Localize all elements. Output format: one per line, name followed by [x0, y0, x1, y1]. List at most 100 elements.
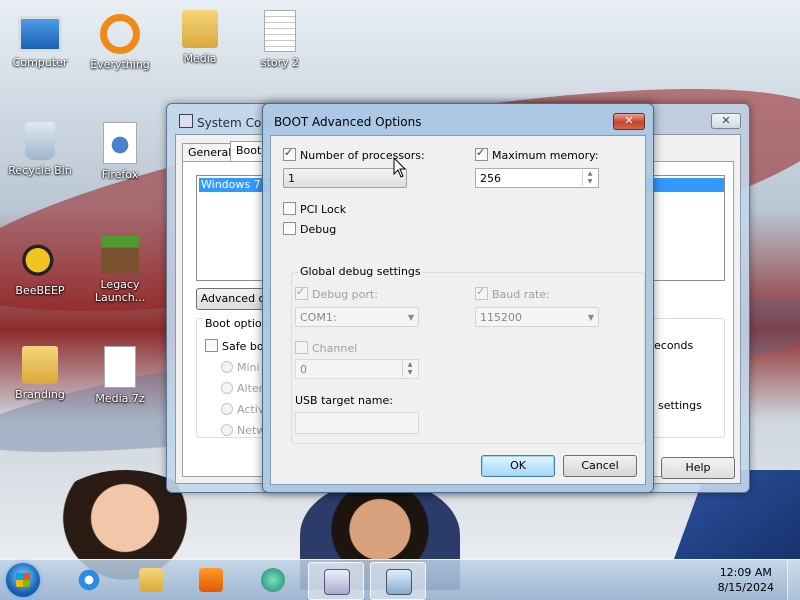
- help-button[interactable]: Help: [661, 457, 735, 479]
- taskbar-media-player[interactable]: [184, 562, 238, 598]
- maximum-memory-value: 256: [480, 172, 501, 185]
- taskbar-system-configuration[interactable]: [370, 562, 426, 600]
- show-desktop-button[interactable]: [787, 560, 800, 600]
- desktop-icon-label: Firefox: [101, 168, 139, 181]
- debug-label: Debug: [300, 223, 337, 236]
- clock-time: 12:09 AM: [719, 566, 772, 579]
- desktop-icon-computer[interactable]: Computer: [0, 10, 80, 69]
- windows-logo-icon: [16, 573, 30, 587]
- pci-lock-checkbox[interactable]: PCI Lock: [283, 202, 346, 216]
- debug-port-label: Debug port:: [312, 288, 378, 301]
- desktop-icon-recycle-bin[interactable]: Recycle Bin: [0, 122, 80, 177]
- taskbar-app[interactable]: [246, 562, 300, 598]
- msconfig-icon: [386, 569, 412, 595]
- channel-checkbox[interactable]: Channel: [295, 341, 357, 355]
- ok-button[interactable]: OK: [481, 455, 555, 477]
- desktop-icon-media[interactable]: Media: [160, 10, 240, 65]
- close-button[interactable]: ✕: [711, 113, 741, 129]
- desktop-icon-label: Computer: [12, 56, 68, 69]
- safe-boot-label: Safe bo: [222, 340, 264, 353]
- baud-rate-checkbox[interactable]: Baud rate:: [475, 285, 550, 301]
- msconfig-icon: [179, 114, 193, 128]
- checkbox-box[interactable]: [205, 339, 218, 352]
- channel-label: Channel: [312, 342, 358, 355]
- radio-alternate-shell[interactable]: Alter: [221, 382, 263, 395]
- desktop-icon-firefox[interactable]: Firefox: [80, 122, 160, 181]
- radio-button[interactable]: [221, 424, 233, 436]
- channel-spinner[interactable]: ▲ ▼: [402, 361, 417, 377]
- spin-up-icon[interactable]: ▲: [403, 361, 417, 369]
- on-screen-keyboard-icon: [324, 569, 350, 595]
- system-clock[interactable]: 12:09 AM 8/15/2024: [718, 565, 774, 595]
- channel-value: 0: [300, 363, 307, 376]
- file-explorer-icon: [139, 568, 163, 592]
- usb-target-name-input[interactable]: [295, 412, 419, 434]
- radio-active-directory[interactable]: Activ: [221, 403, 264, 416]
- text-document-icon: [264, 10, 296, 52]
- everything-icon: [100, 14, 140, 54]
- dropdown-value: COM1:: [300, 311, 337, 324]
- checkbox-checked-disabled[interactable]: [295, 285, 308, 300]
- desktop-icon-label: Legacy Launch...: [94, 278, 146, 304]
- spin-down-icon[interactable]: ▼: [583, 178, 597, 186]
- dialog-body: Number of processors: 1 Maximum memory: …: [270, 135, 646, 485]
- taskbar-internet-explorer[interactable]: [62, 562, 116, 598]
- dropdown-value: 1: [288, 172, 295, 185]
- debug-port-dropdown[interactable]: COM1: ▼: [295, 307, 419, 327]
- pci-lock-label: PCI Lock: [300, 203, 347, 216]
- debug-checkbox[interactable]: Debug: [283, 222, 336, 236]
- desktop-icon-label: Everything: [90, 58, 150, 71]
- channel-input[interactable]: 0 ▲ ▼: [295, 359, 419, 379]
- dropdown-value: 115200: [480, 311, 522, 324]
- checkbox-checked[interactable]: [475, 146, 488, 161]
- folder-icon: [22, 346, 58, 384]
- maximum-memory-checkbox[interactable]: Maximum memory:: [475, 146, 599, 162]
- radio-network[interactable]: Netw: [221, 424, 265, 437]
- bee-icon: [18, 236, 62, 280]
- maximum-memory-input[interactable]: 256 ▲ ▼: [475, 168, 599, 188]
- start-button[interactable]: [6, 563, 40, 597]
- clock-date: 8/15/2024: [717, 581, 774, 594]
- desktop-icon-label: Branding: [15, 388, 65, 401]
- taskbar-file-explorer[interactable]: [124, 562, 178, 598]
- desktop-icon-label: Media: [183, 52, 217, 65]
- spin-up-icon[interactable]: ▲: [583, 170, 597, 178]
- boot-advanced-options-dialog[interactable]: BOOT Advanced Options ✕ Number of proces…: [262, 103, 654, 493]
- advanced-options-button[interactable]: Advanced o: [196, 288, 270, 310]
- chevron-down-icon: ▼: [407, 313, 414, 322]
- make-settings-permanent-label: settings: [658, 399, 702, 412]
- desktop-icon-legacy-launcher[interactable]: Legacy Launch...: [80, 236, 160, 304]
- taskbar-on-screen-keyboard[interactable]: [308, 562, 364, 600]
- mouse-cursor-icon: [393, 157, 407, 178]
- baud-rate-dropdown[interactable]: 115200 ▼: [475, 307, 599, 327]
- folder-icon: [182, 10, 218, 48]
- spin-down-icon[interactable]: ▼: [403, 369, 417, 377]
- number-of-processors-dropdown[interactable]: 1: [283, 168, 407, 188]
- taskbar: 12:09 AM 8/15/2024: [0, 559, 800, 600]
- baud-rate-label: Baud rate:: [492, 288, 550, 301]
- computer-icon: [18, 16, 62, 52]
- checkbox-box[interactable]: [283, 222, 296, 235]
- desktop-icon-branding[interactable]: Branding: [0, 346, 80, 401]
- memory-spinner[interactable]: ▲ ▼: [582, 170, 597, 186]
- radio-minimal[interactable]: Mini: [221, 361, 260, 374]
- radio-button[interactable]: [221, 403, 233, 415]
- cancel-button[interactable]: Cancel: [563, 455, 637, 477]
- checkbox-box[interactable]: [295, 341, 308, 354]
- desktop-icon-story2[interactable]: story 2: [240, 10, 320, 69]
- desktop-icon-everything[interactable]: Everything: [80, 10, 160, 71]
- desktop-icon-label: Recycle Bin: [8, 164, 72, 177]
- desktop-icon-label: BeeBEEP: [15, 284, 65, 297]
- checkbox-checked-disabled[interactable]: [475, 285, 488, 300]
- close-button[interactable]: ✕: [613, 113, 645, 130]
- checkbox-checked[interactable]: [283, 146, 296, 161]
- checkbox-box[interactable]: [283, 202, 296, 215]
- desktop-icon-media-7z[interactable]: Media.7z: [80, 346, 160, 405]
- radio-button[interactable]: [221, 382, 233, 394]
- timeout-seconds-label: econds: [654, 339, 694, 352]
- desktop-icon-beebeep[interactable]: BeeBEEP: [0, 236, 80, 297]
- radio-button[interactable]: [221, 361, 233, 373]
- safe-boot-checkbox[interactable]: Safe bo: [205, 339, 264, 353]
- dialog-title: BOOT Advanced Options: [274, 115, 422, 129]
- debug-port-checkbox[interactable]: Debug port:: [295, 285, 378, 301]
